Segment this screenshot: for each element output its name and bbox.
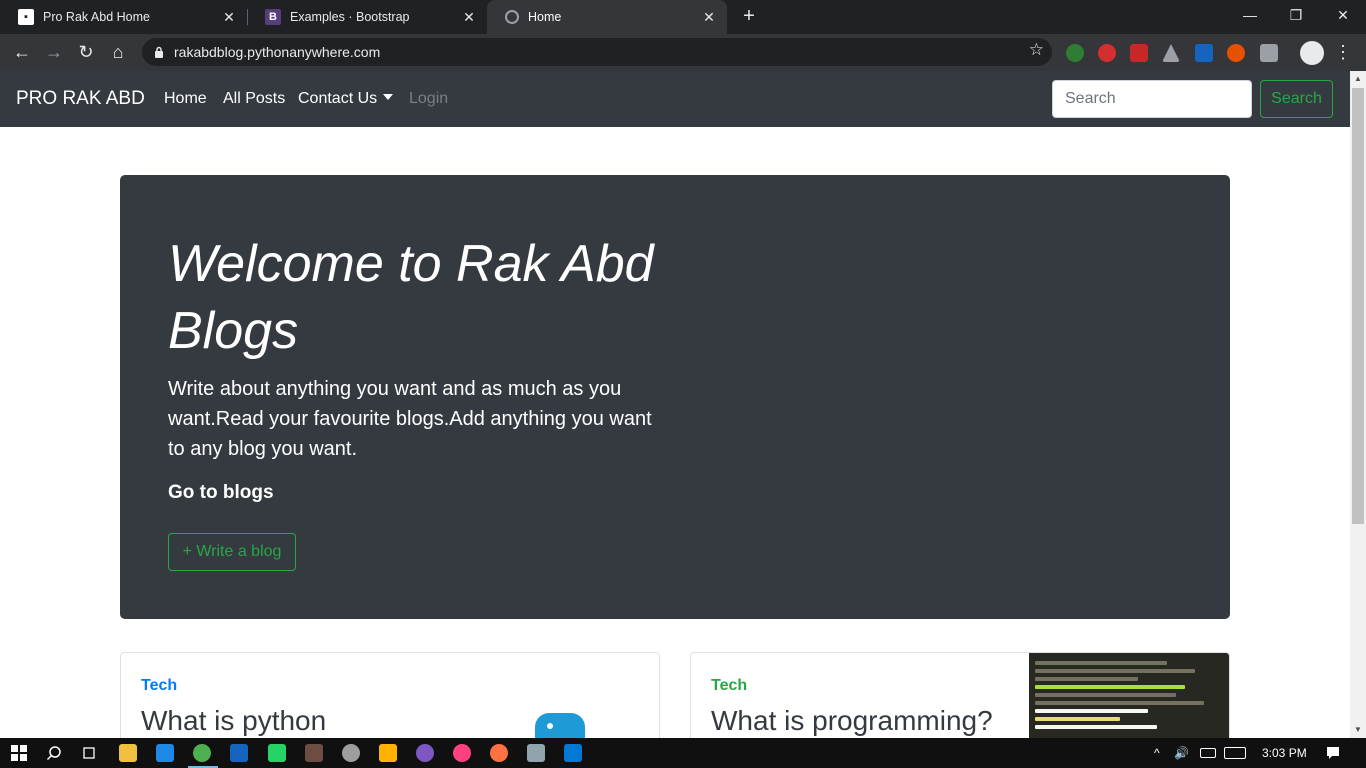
python-logo-image [535, 713, 585, 738]
browser-tab-active[interactable]: Home ✕ [487, 0, 727, 34]
browser-toolbar: ← → ↻ ⌂ rakabdblog.pythonanywhere.com ☆ … [0, 34, 1366, 71]
nav-link-contact-us[interactable]: Contact Us [298, 90, 394, 108]
bookmark-star-icon[interactable]: ☆ [1029, 40, 1044, 60]
hero-lead: Write about anything you want and as muc… [168, 378, 652, 460]
vscode-icon[interactable] [564, 744, 582, 762]
close-tab-icon[interactable]: ✕ [221, 9, 237, 25]
nav-link-all-posts[interactable]: All Posts [223, 90, 285, 108]
tab-title: Examples · Bootstrap [290, 10, 410, 24]
app-icon[interactable] [342, 744, 360, 762]
write-blog-button[interactable]: + Write a blog [168, 533, 296, 571]
volume-icon[interactable]: 🔊 [1174, 738, 1189, 768]
file-explorer-icon[interactable] [119, 744, 137, 762]
extension-icon[interactable] [1227, 44, 1245, 62]
close-tab-icon[interactable]: ✕ [461, 9, 477, 25]
close-window-button[interactable]: ✕ [1320, 0, 1366, 34]
notification-center-icon[interactable] [1325, 745, 1341, 761]
page-viewport: PRO RAK ABD Home All Posts Contact Us Lo… [0, 71, 1350, 738]
card-category[interactable]: Tech [141, 677, 177, 695]
menu-kebab-icon[interactable]: ⋮ [1334, 40, 1352, 64]
blog-card[interactable]: Tech What is python [120, 652, 660, 738]
reload-button[interactable]: ↻ [72, 38, 100, 66]
scrollbar-thumb[interactable] [1352, 88, 1364, 524]
maximize-button[interactable]: ❐ [1273, 0, 1319, 34]
battery-icon[interactable] [1200, 748, 1216, 758]
magnet-extension-icon[interactable] [1195, 44, 1213, 62]
app-icon[interactable] [527, 744, 545, 762]
extension-icon[interactable] [1260, 44, 1278, 62]
site-navbar: PRO RAK ABD Home All Posts Contact Us Lo… [0, 71, 1350, 127]
home-button[interactable]: ⌂ [104, 38, 132, 66]
card-title: What is python [141, 705, 327, 736]
scroll-up-arrow-icon[interactable]: ▲ [1353, 74, 1363, 83]
browser-tab[interactable]: ▪ Pro Rak Abd Home ✕ [0, 0, 247, 34]
search-icon[interactable] [46, 745, 62, 761]
mail-icon[interactable] [230, 744, 248, 762]
drive-extension-icon[interactable] [1162, 44, 1180, 62]
tray-chevron-icon[interactable]: ^ [1154, 738, 1160, 768]
minimize-button[interactable]: — [1227, 0, 1273, 34]
forward-button[interactable]: → [40, 38, 68, 66]
keyboard-icon[interactable] [1224, 747, 1246, 759]
profile-avatar[interactable] [1300, 41, 1324, 65]
code-screenshot-image [1029, 653, 1229, 738]
browser-tab[interactable]: B Examples · Bootstrap ✕ [247, 0, 487, 34]
doc-favicon-icon: ▪ [18, 9, 34, 25]
search-button[interactable]: Search [1260, 80, 1333, 118]
extension-icon[interactable] [1066, 44, 1084, 62]
nav-link-home[interactable]: Home [164, 90, 207, 108]
back-button[interactable]: ← [8, 38, 36, 66]
card-category[interactable]: Tech [711, 677, 747, 695]
globe-favicon-icon [505, 10, 519, 24]
navbar-brand[interactable]: PRO RAK ABD [16, 88, 145, 110]
hero-title: Welcome to Rak Abd Blogs [168, 235, 654, 360]
lock-icon[interactable] [154, 46, 164, 58]
task-view-icon[interactable] [81, 745, 97, 761]
pdf-extension-icon[interactable] [1130, 44, 1148, 62]
scroll-down-arrow-icon[interactable]: ▼ [1353, 725, 1363, 734]
windows-start-icon[interactable] [11, 745, 27, 761]
bootstrap-favicon-icon: B [265, 9, 281, 25]
search-input[interactable] [1052, 80, 1252, 118]
itunes-icon[interactable] [453, 744, 471, 762]
minecraft-icon[interactable] [305, 744, 323, 762]
app-icon[interactable] [416, 744, 434, 762]
whatsapp-icon[interactable] [268, 744, 286, 762]
card-title: What is programming? [711, 705, 993, 736]
tab-title: Pro Rak Abd Home [43, 10, 150, 24]
chrome-icon[interactable] [193, 744, 211, 762]
extension-icon[interactable] [1098, 44, 1116, 62]
close-tab-icon[interactable]: ✕ [701, 9, 717, 25]
new-tab-button[interactable]: + [738, 5, 760, 29]
store-icon[interactable] [379, 744, 397, 762]
nav-link-label: Contact Us [298, 90, 378, 107]
edge-icon[interactable] [156, 744, 174, 762]
windows-taskbar: ^ 🔊 3:03 PM [0, 738, 1366, 768]
clock-time[interactable]: 3:03 PM [1262, 738, 1307, 768]
blender-icon[interactable] [490, 744, 508, 762]
browser-tab-strip: ▪ Pro Rak Abd Home ✕ B Examples · Bootst… [0, 0, 1366, 34]
nav-link-login[interactable]: Login [409, 90, 448, 108]
tab-title: Home [528, 10, 562, 24]
address-bar[interactable]: rakabdblog.pythonanywhere.com ☆ [142, 38, 1052, 66]
dropdown-caret-icon [383, 94, 394, 100]
hero-jumbotron: Welcome to Rak Abd Blogs Write about any… [120, 175, 1230, 619]
url-text[interactable]: rakabdblog.pythonanywhere.com [174, 38, 380, 66]
blog-card[interactable]: Tech What is programming? [690, 652, 1230, 738]
page-scrollbar[interactable]: ▲ ▼ [1350, 71, 1366, 738]
go-to-blogs-link[interactable]: Go to blogs [168, 482, 274, 504]
